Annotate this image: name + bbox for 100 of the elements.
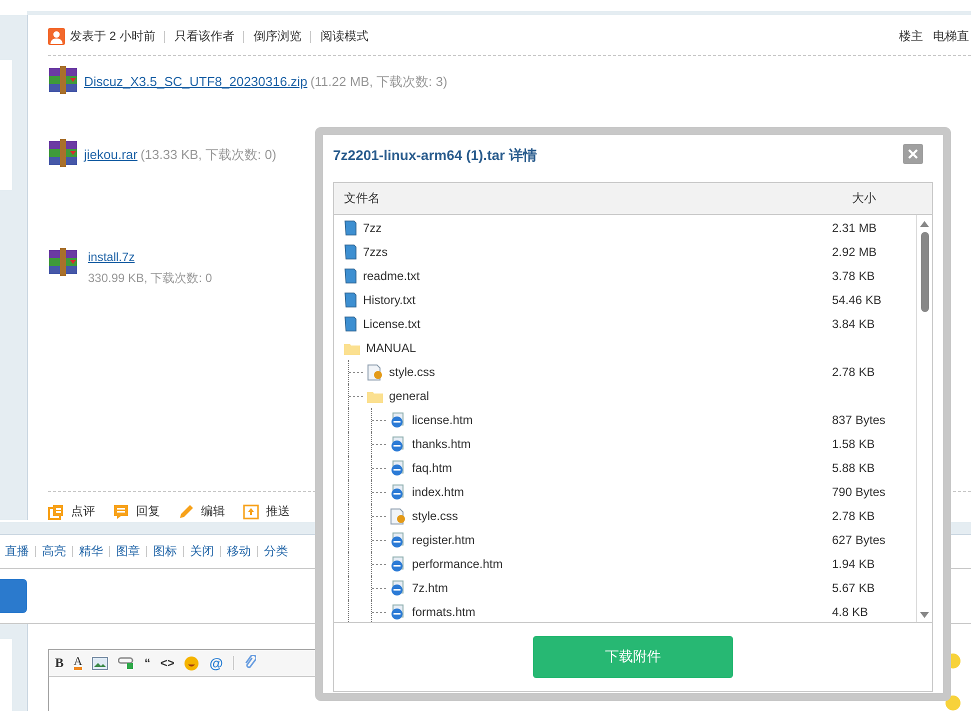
file-size: 4.8 KB xyxy=(832,605,870,619)
pencil-icon xyxy=(178,504,194,520)
stylesheet-icon xyxy=(367,364,383,380)
file-size: 1.94 KB xyxy=(832,557,876,571)
file-name[interactable]: MANUAL xyxy=(366,341,416,355)
file-name[interactable]: general xyxy=(389,389,430,403)
folder-icon xyxy=(344,342,360,354)
file-name[interactable]: faq.htm xyxy=(412,461,452,475)
attachment-link[interactable]: install.7z xyxy=(88,250,212,264)
attachment-info: (11.22 MB, 下载次数: 3) xyxy=(310,74,448,89)
image-icon[interactable] xyxy=(92,656,108,670)
file-size: 54.46 KB xyxy=(832,293,882,307)
scroll-up-icon[interactable] xyxy=(920,221,929,227)
web-page-icon xyxy=(390,604,406,620)
file-name[interactable]: 7z.htm xyxy=(412,581,448,595)
bold-button[interactable]: B xyxy=(55,655,64,671)
file-size: 790 Bytes xyxy=(832,485,886,499)
folder-icon xyxy=(367,390,383,402)
post-filter-link[interactable]: 只看该作者 xyxy=(174,28,234,45)
moderation-link[interactable]: 图章 xyxy=(116,543,140,560)
file-size: 2.78 KB xyxy=(832,509,876,523)
attachment-link[interactable]: jiekou.rar xyxy=(84,147,138,162)
archive-icon xyxy=(48,65,80,95)
post-action-link[interactable]: 点评 xyxy=(71,503,95,520)
file-icon xyxy=(344,220,357,236)
file-size: 1.58 KB xyxy=(832,437,876,451)
archive-icon xyxy=(48,138,80,168)
moderation-link[interactable]: 关闭 xyxy=(190,543,214,560)
moderation-link[interactable]: 图标 xyxy=(153,543,177,560)
link-icon[interactable] xyxy=(118,656,134,670)
scroll-thumb[interactable] xyxy=(920,232,928,312)
file-icon xyxy=(344,244,357,260)
post-action-link[interactable]: 回复 xyxy=(136,503,160,520)
close-icon xyxy=(908,148,918,158)
code-button[interactable]: <> xyxy=(160,656,174,670)
attachment-info: 330.99 KB, 下载次数: 0 xyxy=(88,270,212,287)
scrollbar[interactable] xyxy=(916,215,932,622)
reply-icon xyxy=(113,504,129,520)
file-name[interactable]: History.txt xyxy=(363,293,416,307)
moderation-link[interactable]: 高亮 xyxy=(42,543,66,560)
post-action-link[interactable]: 编辑 xyxy=(201,503,225,520)
mention-button[interactable]: @ xyxy=(209,655,224,671)
web-page-icon xyxy=(390,436,406,452)
file-name[interactable]: readme.txt xyxy=(363,269,420,283)
web-page-icon xyxy=(390,412,406,428)
attachment-info: (13.33 KB, 下载次数: 0) xyxy=(140,147,276,162)
close-button[interactable] xyxy=(903,144,923,164)
quote-button[interactable]: “ xyxy=(144,656,150,670)
file-size: 837 Bytes xyxy=(832,413,886,427)
stylesheet-icon xyxy=(390,508,406,524)
column-header: 文件名 xyxy=(343,190,381,207)
user-icon xyxy=(48,28,65,45)
web-page-icon xyxy=(390,580,406,596)
post-action-link[interactable]: 推送 xyxy=(266,503,290,520)
file-name[interactable]: performance.htm xyxy=(412,557,503,571)
push-icon xyxy=(243,504,259,520)
moderation-link[interactable]: 分类 xyxy=(264,543,288,560)
file-icon xyxy=(344,316,357,332)
smiley-icon[interactable] xyxy=(184,656,200,670)
floor-label: 楼主 xyxy=(899,28,923,45)
file-size: 627 Bytes xyxy=(832,533,886,547)
post-time: 发表于 2 小时前 xyxy=(70,28,156,45)
file-size: 2.92 MB xyxy=(832,245,878,259)
archive-icon xyxy=(48,247,80,277)
file-size: 2.78 KB xyxy=(832,365,876,379)
comment-icon xyxy=(48,504,64,520)
web-page-icon xyxy=(390,532,406,548)
file-name[interactable]: License.txt xyxy=(363,317,420,331)
dialog-title: 7z2201-linux-arm64 (1).tar 详情 xyxy=(333,146,537,164)
file-name[interactable]: thanks.htm xyxy=(412,437,471,451)
web-page-icon xyxy=(390,484,406,500)
web-page-icon xyxy=(390,460,406,476)
moderation-link[interactable]: 移动 xyxy=(227,543,251,560)
file-name[interactable]: style.css xyxy=(389,365,436,379)
file-name[interactable]: formats.htm xyxy=(412,605,476,619)
smiley-icon xyxy=(945,695,961,711)
attachment-link[interactable]: Discuz_X3.5_SC_UTF8_20230316.zip xyxy=(84,74,308,89)
file-name[interactable]: license.htm xyxy=(412,413,473,427)
file-name[interactable]: 7zzs xyxy=(363,245,388,259)
moderation-link[interactable]: 直播 xyxy=(5,543,29,560)
attachment-icon[interactable] xyxy=(244,655,256,671)
file-icon xyxy=(344,292,357,308)
jump-link[interactable]: 电梯直 xyxy=(933,28,969,45)
text-color-button[interactable]: A xyxy=(74,656,82,670)
web-page-icon xyxy=(390,556,406,572)
file-size: 5.88 KB xyxy=(832,461,876,475)
post-filter-link[interactable]: 倒序浏览 xyxy=(253,28,302,45)
file-size: 3.84 KB xyxy=(832,317,876,331)
file-size: 2.31 MB xyxy=(832,221,878,235)
file-name[interactable]: 7zz xyxy=(363,221,382,235)
file-name[interactable]: style.css xyxy=(412,509,458,523)
file-name[interactable]: index.htm xyxy=(412,485,464,499)
file-icon xyxy=(344,268,357,284)
file-name[interactable]: register.htm xyxy=(412,533,475,547)
moderation-link[interactable]: 精华 xyxy=(79,543,103,560)
file-size: 5.67 KB xyxy=(832,581,876,595)
scroll-down-icon[interactable] xyxy=(920,612,929,618)
author-card xyxy=(0,639,12,711)
column-header: 大小 xyxy=(852,190,877,207)
post-filter-link[interactable]: 阅读模式 xyxy=(320,28,368,45)
